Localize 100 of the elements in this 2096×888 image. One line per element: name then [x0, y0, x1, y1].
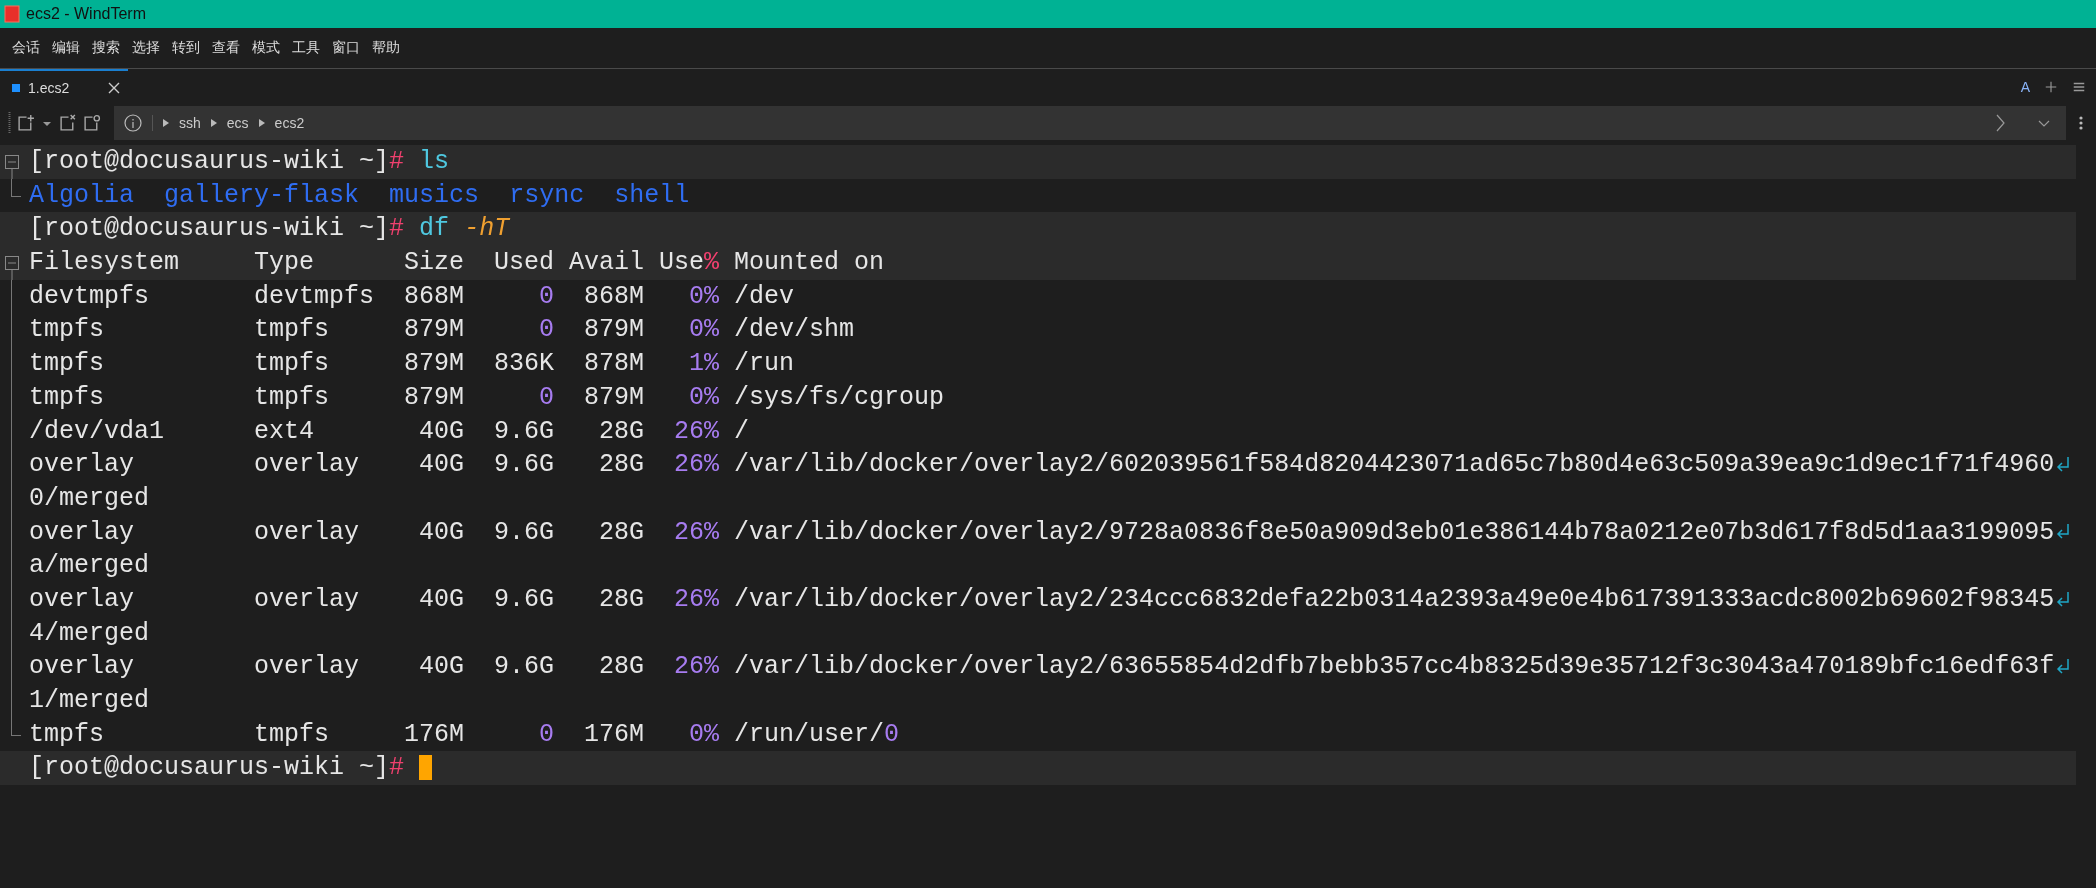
command: df — [419, 213, 450, 246]
table-cell-text: 0 — [538, 280, 555, 313]
square-icon — [12, 84, 20, 92]
table-cell-text: overlay — [29, 651, 136, 684]
close-icon[interactable] — [108, 82, 120, 94]
table-cell-text: /run — [734, 348, 795, 381]
triangle-icon — [163, 119, 169, 127]
table-cell-text: 0 — [538, 381, 555, 414]
table-cell-text: 28G — [598, 651, 645, 684]
table-cell-text: 40G — [418, 449, 465, 482]
table-cell-text: tmpfs — [254, 718, 331, 751]
menu-item[interactable]: 工具 — [286, 35, 326, 61]
table-cell-text: 9.6G — [493, 415, 555, 448]
menu-icon[interactable] — [2072, 80, 2086, 94]
chevron-down-icon[interactable] — [2038, 118, 2050, 128]
table-cell-text: overlay — [29, 583, 136, 616]
table-cell-text: ext4 — [254, 415, 316, 448]
window-plus-icon[interactable] — [17, 114, 35, 132]
table-cell-text: 26% — [673, 651, 720, 684]
table-cell-text: 9.6G — [493, 449, 555, 482]
window-close-icon[interactable] — [59, 114, 77, 132]
menu-item[interactable]: 转到 — [166, 35, 206, 61]
menu-item[interactable]: 会话 — [6, 35, 46, 61]
table-cell-text: 28G — [598, 415, 645, 448]
menu-item[interactable]: 帮助 — [366, 35, 406, 61]
table-cell-text: tmpfs — [254, 314, 331, 347]
collapse-icon[interactable] — [5, 256, 19, 281]
shell-prompt: [root@docusaurus-wiki ~]# — [29, 213, 405, 246]
table-cell-text: /run/user/0 — [734, 718, 900, 751]
plus-icon[interactable] — [2044, 80, 2058, 94]
table-cell-text: 0 — [538, 314, 555, 347]
chevron-right-icon[interactable] — [1994, 114, 2006, 132]
table-cell-text: 26% — [673, 516, 720, 549]
table-cell-text: devtmpfs — [29, 280, 151, 313]
menu-item[interactable]: 窗口 — [326, 35, 366, 61]
collapse-icon[interactable] — [5, 155, 19, 179]
app-icon — [4, 5, 20, 23]
tree-line — [11, 178, 21, 197]
triangle-icon — [210, 119, 217, 127]
menu-item[interactable]: 选择 — [126, 35, 166, 61]
grip-icon[interactable] — [8, 112, 11, 134]
table-cell-text: 26% — [673, 583, 720, 616]
menu-item[interactable]: 搜索 — [86, 35, 126, 61]
column-header: Type — [254, 247, 316, 280]
table-cell-text: overlay — [29, 516, 136, 549]
window-title: ecs2 - WindTerm — [26, 5, 147, 23]
table-cell-text: tmpfs — [29, 314, 105, 347]
table-cell-text: / — [734, 415, 750, 448]
table-cell-text: 40G — [418, 516, 465, 549]
table-cell-text: 868M — [583, 280, 645, 313]
directory-name: Algolia — [29, 179, 135, 212]
table-cell-text: 28G — [598, 583, 645, 616]
table-cell-text: 9.6G — [493, 516, 555, 549]
table-cell-text: 879M — [404, 314, 465, 347]
table-cell-text: devtmpfs — [254, 280, 376, 313]
table-cell-text: /var/lib/docker/overlay2/63655854d2dfb7bebb357cc4b8325d39e35712f3c3043a470189bfc16edf63f — [734, 651, 2055, 684]
table-cell-text: /sys/fs/cgroup — [734, 381, 945, 414]
table-cell-text: /dev/shm — [734, 314, 855, 347]
more-icon[interactable] — [2079, 116, 2083, 130]
menu-item[interactable]: 编辑 — [46, 35, 86, 61]
table-cell-text: /var/lib/docker/overlay2/602039561f584d8204423071ad65c7b80d4e63c509a39ea9c1d9ec1f71f4960 — [734, 449, 2055, 482]
menu-item[interactable]: 查看 — [206, 35, 246, 61]
table-cell-text: /dev/vda1 — [29, 415, 166, 448]
table-cell-text: 0% — [688, 280, 720, 313]
table-cell-text: 879M — [583, 381, 645, 414]
directory-name: rsync — [509, 179, 585, 212]
column-header: Used — [493, 247, 555, 280]
directory-name: gallery-flask — [164, 179, 360, 212]
table-cell-text: 878M — [583, 348, 645, 381]
column-header: Size — [404, 247, 465, 280]
window-circle-icon[interactable] — [83, 114, 101, 132]
directory-name: musics — [389, 179, 480, 212]
table-cell-text: tmpfs — [29, 381, 105, 414]
table-cell-text: 836K — [493, 348, 555, 381]
table-cell-text: overlay — [254, 449, 361, 482]
font-button[interactable]: A — [2020, 79, 2030, 95]
wrapped-text: 0/merged — [29, 482, 150, 515]
line-wrap-icon — [2056, 590, 2071, 609]
breadcrumb[interactable]: ecs — [226, 115, 249, 131]
column-header: Filesystem — [29, 247, 181, 280]
directory-name: shell — [614, 179, 690, 212]
table-cell-text: 176M — [404, 718, 465, 751]
table-cell-text: 9.6G — [493, 651, 555, 684]
table-cell-text: 868M — [404, 280, 465, 313]
table-cell-text: 879M — [583, 314, 645, 347]
session-tab[interactable]: 1.ecs2 — [0, 69, 128, 105]
breadcrumb[interactable]: ecs2 — [274, 115, 305, 131]
table-cell-text: 879M — [404, 381, 465, 414]
table-cell-text: 0% — [688, 718, 720, 751]
table-cell-text: 0 — [538, 718, 555, 751]
table-cell-text: 176M — [583, 718, 645, 751]
table-cell-text: tmpfs — [254, 348, 331, 381]
breadcrumb[interactable]: ssh — [179, 115, 201, 131]
table-cell-text: 28G — [598, 516, 645, 549]
info-icon[interactable] — [124, 114, 142, 132]
menu-item[interactable]: 模式 — [246, 35, 286, 61]
table-cell-text: 0% — [688, 314, 720, 347]
shell-prompt: [root@docusaurus-wiki ~]# — [29, 146, 405, 178]
wrapped-text: 1/merged — [29, 685, 150, 717]
wrapped-text: 4/merged — [29, 617, 150, 650]
